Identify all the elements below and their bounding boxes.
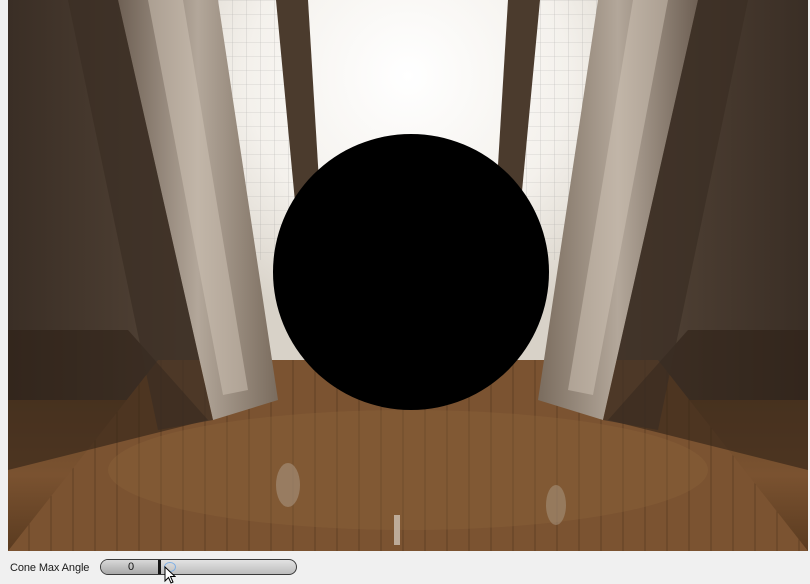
environment-scene	[8, 0, 808, 551]
mouse-pointer-icon	[164, 566, 176, 584]
slider-thumb[interactable]	[158, 560, 161, 574]
controls-panel: Cone Max Angle 0	[0, 551, 810, 584]
black-sphere	[273, 134, 549, 410]
render-viewport[interactable]	[8, 0, 808, 551]
cone-max-angle-label: Cone Max Angle	[10, 562, 90, 574]
app-window: Cone Max Angle 0	[0, 0, 810, 584]
cone-max-angle-slider[interactable]: 0	[100, 559, 297, 575]
slider-value: 0	[127, 561, 135, 573]
